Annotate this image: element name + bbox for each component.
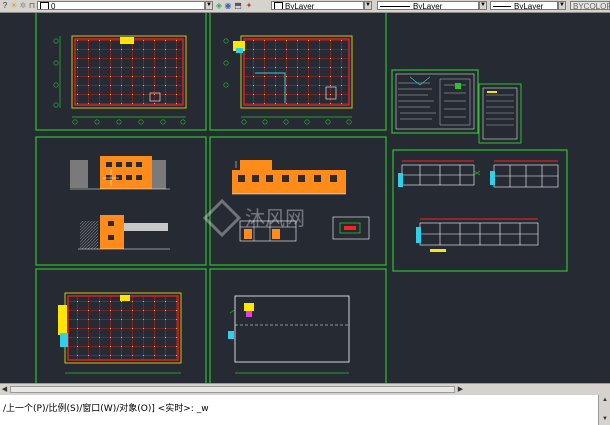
color-select[interactable]: ByLayer (271, 1, 364, 10)
sheet-floor-plan-3[interactable] (35, 268, 207, 386)
scroll-up-arrow[interactable]: ▲ (601, 396, 609, 404)
sheet-floor-plan-1[interactable] (35, 8, 207, 131)
layer-color-swatch (40, 2, 49, 9)
model-space: 沐风网 (35, 8, 568, 386)
freeze-icon[interactable]: ✲ (19, 1, 27, 10)
watermark-logo: 沐风网 (202, 198, 305, 238)
lineweight-sample (493, 6, 511, 7)
lock-icon[interactable]: ⊓ (28, 1, 36, 10)
layer-states-icon[interactable]: ✦ (245, 1, 253, 10)
lineweight-select[interactable]: ByLayer (490, 1, 558, 10)
layer-previous-icon[interactable]: ◉ (224, 1, 232, 10)
plotstyle-value: BYCOLOR (573, 2, 610, 10)
layer-name: 0 (51, 2, 56, 10)
layer-select[interactable]: 0 (37, 1, 205, 10)
horizontal-scrollbar[interactable]: ◀ ▶ (0, 383, 610, 395)
sheet-roof-plan[interactable] (209, 268, 387, 386)
sheet-floor-plan-2[interactable] (209, 8, 387, 131)
lineweight-value: ByLayer (514, 2, 544, 10)
sheet-drawing-index[interactable] (478, 83, 522, 144)
sheet-site-details[interactable] (391, 69, 479, 134)
sheet-sections[interactable] (392, 149, 568, 272)
scroll-right-arrow[interactable]: ▶ (456, 385, 465, 394)
command-line[interactable]: /上一个(P)/比例(S)/窗口(W)/对象(O)] <实时>: _w (0, 395, 610, 425)
layer-match-icon[interactable]: ⬒ (234, 1, 242, 10)
scroll-thumb[interactable] (10, 386, 455, 393)
linetype-dropdown-arrow[interactable]: ▼ (479, 1, 487, 10)
color-value: ByLayer (285, 2, 315, 10)
layer-dropdown-arrow[interactable]: ▼ (205, 1, 213, 10)
color-swatch (274, 2, 283, 9)
command-prompt-text: /上一个(P)/比例(S)/窗口(W)/对象(O)] <实时>: _w (3, 404, 209, 414)
layer-properties-toolbar: ? ☀ ✲ ⊓ 0 ▼ ◈ ◉ ⬒ ✦ ByLayer ▼ ByLayer ▼ … (0, 0, 610, 13)
plotstyle-select[interactable]: BYCOLOR (570, 1, 610, 10)
help-icon[interactable]: ? (1, 1, 9, 10)
drawing-canvas[interactable]: 沐风网 (0, 8, 610, 386)
color-dropdown-arrow[interactable]: ▼ (364, 1, 372, 10)
linetype-sample (380, 6, 410, 7)
sheet-elevations-1[interactable] (35, 136, 207, 266)
command-scrollbar[interactable]: ▲ ▼ (598, 395, 610, 425)
linetype-value: ByLayer (413, 2, 443, 10)
make-current-icon[interactable]: ◈ (215, 1, 223, 10)
scroll-left-arrow[interactable]: ◀ (0, 385, 9, 394)
linetype-select[interactable]: ByLayer (377, 1, 479, 10)
lightbulb-icon[interactable]: ☀ (10, 1, 18, 10)
scroll-down-arrow[interactable]: ▼ (601, 415, 609, 423)
lineweight-dropdown-arrow[interactable]: ▼ (558, 1, 566, 10)
watermark-text: 沐风网 (245, 206, 305, 230)
sheet-elevations-2[interactable] (209, 136, 387, 266)
